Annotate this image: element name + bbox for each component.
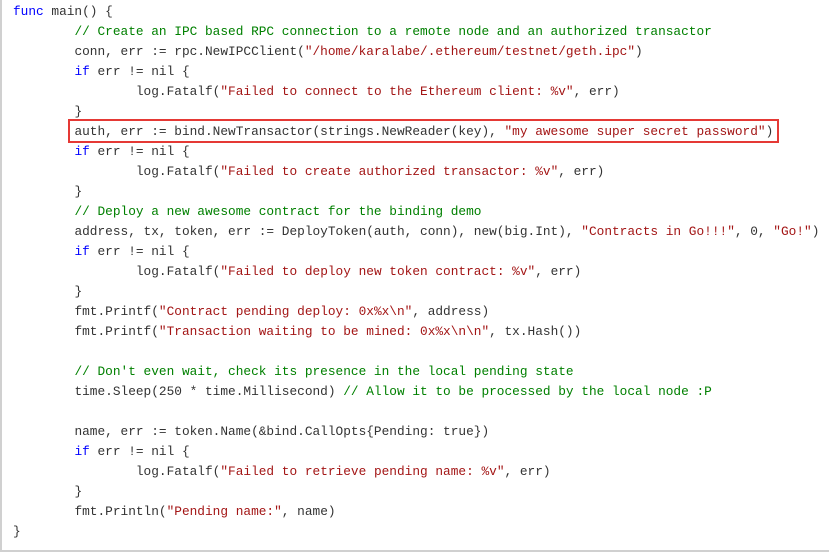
code-line: } <box>13 282 819 302</box>
code-text: , err) <box>504 464 551 479</box>
string-literal: "/home/karalabe/.ethereum/testnet/geth.i… <box>304 44 636 59</box>
code-text: fmt.Printf( <box>13 324 159 339</box>
string-literal: "Go!" <box>773 224 812 239</box>
code-text: log.Fatalf( <box>13 464 221 479</box>
string-literal: "Failed to connect to the Ethereum clien… <box>220 84 574 99</box>
code-text: log.Fatalf( <box>13 84 221 99</box>
code-line: func main() { <box>13 2 819 22</box>
code-line: log.Fatalf("Failed to connect to the Eth… <box>13 82 819 102</box>
code-text: } <box>13 284 83 299</box>
keyword: if <box>74 244 90 259</box>
string-literal: "Contracts in Go!!!" <box>581 224 735 239</box>
code-text: ) <box>635 44 643 59</box>
code-text: , err) <box>573 84 620 99</box>
code-text: } <box>13 184 83 199</box>
string-literal: "Transaction waiting to be mined: 0x%x\n… <box>158 324 490 339</box>
code-text: log.Fatalf( <box>13 264 221 279</box>
code-line: fmt.Printf("Contract pending deploy: 0x%… <box>13 302 819 322</box>
code-text: , address) <box>412 304 490 319</box>
code-line: if err != nil { <box>13 242 819 262</box>
keyword: if <box>74 144 90 159</box>
comment: // Deploy a new awesome contract for the… <box>74 204 482 219</box>
code-line: if err != nil { <box>13 442 819 462</box>
code-text: } <box>13 104 83 119</box>
code-line: log.Fatalf("Failed to retrieve pending n… <box>13 462 819 482</box>
code-line: // Don't even wait, check its presence i… <box>13 362 819 382</box>
string-literal: "Failed to deploy new token contract: %v… <box>220 264 536 279</box>
code-text: } <box>13 484 83 499</box>
code-text: , name) <box>281 504 336 519</box>
code-line: } <box>13 482 819 502</box>
code-text: name, err := token.Name(&bind.CallOpts{P… <box>13 424 490 439</box>
code-text: conn, err := rpc.NewIPCClient( <box>13 44 305 59</box>
code-text: log.Fatalf( <box>13 164 221 179</box>
code-line: log.Fatalf("Failed to create authorized … <box>13 162 819 182</box>
code-text: , 0, <box>734 224 774 239</box>
string-literal: "Failed to retrieve pending name: %v" <box>220 464 505 479</box>
code-line: // Deploy a new awesome contract for the… <box>13 202 819 222</box>
comment: // Don't even wait, check its presence i… <box>74 364 574 379</box>
code-text: } <box>13 524 21 539</box>
code-text: err != nil { <box>89 444 190 459</box>
code-text: fmt.Println( <box>13 504 167 519</box>
code-line: fmt.Printf("Transaction waiting to be mi… <box>13 322 819 342</box>
code-text: main() { <box>43 4 113 19</box>
highlight-box <box>68 119 779 143</box>
code-text: time.Sleep(250 * time.Millisecond) <box>13 384 344 399</box>
code-line: } <box>13 182 819 202</box>
code-text: address, tx, token, err := DeployToken(a… <box>13 224 582 239</box>
code-listing: func main() { // Create an IPC based RPC… <box>13 2 819 542</box>
code-line: if err != nil { <box>13 142 819 162</box>
code-line: } <box>13 522 819 542</box>
keyword: func <box>13 4 44 19</box>
code-block: func main() { // Create an IPC based RPC… <box>0 0 829 552</box>
keyword: if <box>74 444 90 459</box>
code-line: fmt.Println("Pending name:", name) <box>13 502 819 522</box>
code-text: , err) <box>558 164 605 179</box>
comment: // Allow it to be processed by the local… <box>343 384 712 399</box>
comment: // Create an IPC based RPC connection to… <box>74 24 712 39</box>
code-line: address, tx, token, err := DeployToken(a… <box>13 222 819 242</box>
string-literal: "Failed to create authorized transactor:… <box>220 164 559 179</box>
keyword: if <box>74 64 90 79</box>
code-line: if err != nil { <box>13 62 819 82</box>
code-text: err != nil { <box>89 144 190 159</box>
code-text: err != nil { <box>89 64 190 79</box>
string-literal: "Pending name:" <box>166 504 282 519</box>
code-line: log.Fatalf("Failed to deploy new token c… <box>13 262 819 282</box>
code-text: ) <box>811 224 820 239</box>
code-text: err != nil { <box>89 244 190 259</box>
code-line: time.Sleep(250 * time.Millisecond) // Al… <box>13 382 819 402</box>
code-text: fmt.Printf( <box>13 304 159 319</box>
code-line: name, err := token.Name(&bind.CallOpts{P… <box>13 422 819 442</box>
code-text: , err) <box>535 264 582 279</box>
code-line: conn, err := rpc.NewIPCClient("/home/kar… <box>13 42 819 62</box>
code-line: // Create an IPC based RPC connection to… <box>13 22 819 42</box>
string-literal: "Contract pending deploy: 0x%x\n" <box>158 304 413 319</box>
code-text: , tx.Hash()) <box>489 324 582 339</box>
